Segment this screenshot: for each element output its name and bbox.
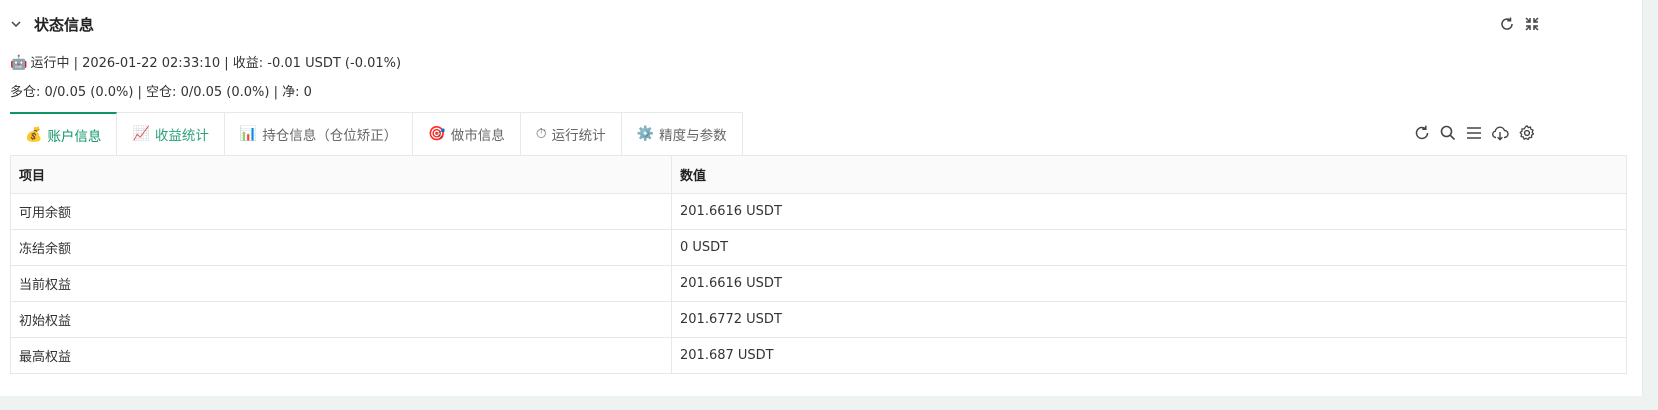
row-label: 当前权益 (10, 265, 672, 302)
target-icon: 🎯 (428, 126, 446, 142)
tab-market-making[interactable]: 🎯 做市信息 (413, 112, 521, 155)
tab-profit-stats[interactable]: 📈 收益统计 (117, 112, 225, 155)
settings-icon[interactable] (1518, 124, 1536, 142)
tab-label: 收益统计 (154, 128, 209, 144)
bar-chart-icon: 📊 (239, 126, 258, 142)
tab-precision-params[interactable]: ⚙️ 精度与参数 (621, 112, 743, 155)
row-label: 可用余额 (10, 193, 672, 230)
money-bag-icon: 💰 (25, 126, 43, 143)
tab-bar: 💰 账户信息 📈 收益统计 📊 持仓信息（仓位矫正） 🎯 做市信息 ⏱ 运行统计… (10, 112, 743, 155)
row-value: 201.6616 USDT (671, 265, 1627, 302)
refresh-icon[interactable] (1499, 16, 1515, 32)
chart-up-icon: 📈 (132, 126, 150, 142)
row-value: 201.6616 USDT (671, 193, 1627, 230)
panel-header: 状态信息 (0, 0, 1642, 48)
column-header-value: 数值 (671, 155, 1627, 194)
fullscreen-exit-icon[interactable] (1524, 16, 1540, 32)
table-row: 当前权益 201.6616 USDT (10, 265, 1627, 302)
account-info-table: 项目 数值 可用余额 201.6616 USDT 冻结余额 0 USDT 当前权… (10, 155, 1627, 374)
gear-icon: ⚙️ (636, 126, 655, 142)
refresh-icon[interactable] (1413, 124, 1431, 142)
tab-position-info[interactable]: 📊 持仓信息（仓位矫正） (224, 112, 414, 155)
tab-label: 运行统计 (551, 128, 606, 144)
menu-icon[interactable] (1465, 124, 1483, 142)
row-value: 201.687 USDT (671, 337, 1627, 374)
table-header-row: 项目 数值 (10, 155, 1627, 194)
row-label: 初始权益 (10, 301, 672, 338)
tab-label: 账户信息 (47, 128, 102, 145)
chevron-down-icon[interactable] (9, 17, 23, 31)
cloud-download-icon[interactable] (1491, 124, 1509, 142)
table-row: 冻结余额 0 USDT (10, 229, 1627, 266)
robot-icon: 🤖 (10, 55, 28, 71)
status-panel: 状态信息 🤖 运行中 | 2026-01-22 02:33:10 | 收益: -0… (0, 0, 1643, 396)
status-text: 运行中 | 2026-01-22 02:33:10 | 收益: -0.01 US… (30, 56, 402, 71)
panel-title: 状态信息 (34, 16, 95, 34)
table-row: 最高权益 201.687 USDT (10, 337, 1627, 374)
row-label: 冻结余额 (10, 229, 672, 266)
tab-run-stats[interactable]: ⏱ 运行统计 (520, 112, 622, 155)
tab-label: 做市信息 (450, 128, 505, 144)
column-header-item: 项目 (10, 155, 672, 194)
row-label: 最高权益 (10, 337, 672, 374)
tab-label: 精度与参数 (659, 128, 727, 144)
row-value: 201.6772 USDT (671, 301, 1627, 338)
table-row: 可用余额 201.6616 USDT (10, 193, 1627, 230)
status-summary: 🤖 运行中 | 2026-01-22 02:33:10 | 收益: -0.01 U… (10, 52, 401, 71)
search-icon[interactable] (1439, 124, 1457, 142)
position-summary: 多仓: 0/0.05 (0.0%) | 空仓: 0/0.05 (0.0%) | … (10, 85, 312, 100)
stopwatch-icon: ⏱ (535, 126, 547, 142)
tab-account-info[interactable]: 💰 账户信息 (10, 112, 118, 155)
tab-label: 持仓信息（仓位矫正） (262, 128, 398, 144)
table-row: 初始权益 201.6772 USDT (10, 301, 1627, 338)
row-value: 0 USDT (671, 229, 1627, 266)
